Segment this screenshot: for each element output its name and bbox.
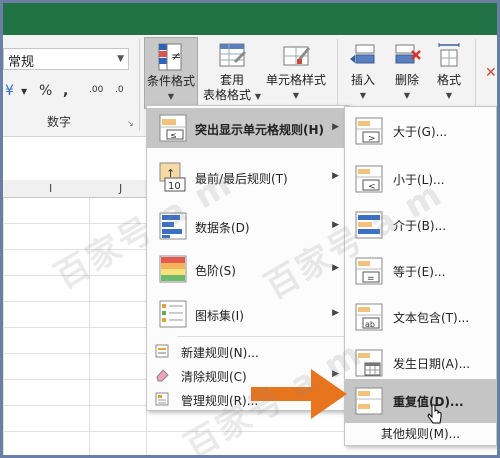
highlight-rules-submenu: > 大于(G)... < 小于(L)... 介于(B)... = 等于(E)..… bbox=[344, 106, 497, 446]
decrease-decimal-button[interactable]: .0 bbox=[115, 85, 124, 95]
menu-item-more-rules[interactable]: 其他规则(M)... bbox=[345, 425, 496, 442]
menu-item-greater-than[interactable]: > 大于(G)... bbox=[345, 109, 496, 153]
excel-window: 常规 ▼ ¥ ▼ % , .00 .0 数字 ↘ ≠ 条件格式 ▼ 套用 表格格… bbox=[3, 3, 497, 455]
menu-item-label: 等于(E)... bbox=[393, 265, 446, 279]
conditional-format-button[interactable]: ≠ 条件格式 ▼ bbox=[144, 37, 198, 109]
cell-styles-icon bbox=[283, 46, 310, 66]
menu-item-label: 数据条(D) bbox=[195, 221, 250, 235]
color-scales-icon bbox=[159, 255, 187, 283]
menu-item-label: 新建规则(N)... bbox=[181, 346, 259, 360]
menu-item-label: 发生日期(A)... bbox=[393, 357, 471, 371]
cell-styles-button[interactable]: 单元格样式 ▼ bbox=[263, 37, 329, 109]
menu-item-duplicate-values[interactable]: 重复值(D)... bbox=[345, 379, 496, 423]
submenu-arrow-icon: ▶ bbox=[332, 308, 339, 318]
column-header[interactable]: I bbox=[49, 182, 52, 195]
submenu-arrow-icon: ▶ bbox=[332, 171, 339, 181]
menu-item-icon-sets[interactable]: 图标集(I) ▶ bbox=[147, 294, 349, 334]
new-rule-icon bbox=[155, 344, 169, 358]
greater-than-icon: > bbox=[355, 117, 383, 145]
menu-item-label: 突出显示单元格规则(H) bbox=[195, 123, 325, 137]
icon-sets-icon bbox=[159, 300, 187, 328]
number-format-value: 常规 bbox=[8, 55, 35, 70]
chevron-down-icon: ▼ bbox=[403, 91, 411, 100]
number-format-dropdown[interactable]: 常规 ▼ bbox=[3, 48, 129, 70]
format-button[interactable]: 格式 ▼ bbox=[429, 37, 469, 109]
submenu-arrow-icon: ▶ bbox=[332, 122, 339, 132]
chevron-down-icon: ▼ bbox=[445, 91, 453, 100]
delete-label: 删除 bbox=[394, 73, 419, 87]
svg-text:ab: ab bbox=[365, 320, 375, 329]
svg-text:=: = bbox=[367, 274, 375, 284]
group-divider bbox=[139, 39, 140, 131]
svg-text:≠: ≠ bbox=[171, 49, 181, 63]
eraser-icon bbox=[156, 369, 169, 382]
duplicate-values-icon bbox=[355, 387, 383, 415]
menu-item-label: 图标集(I) bbox=[195, 309, 244, 323]
svg-text:<: < bbox=[368, 182, 376, 192]
title-bar bbox=[3, 3, 497, 35]
menu-item-highlight-cells-rules[interactable]: ≤ 突出显示单元格规则(H) ▶ bbox=[147, 108, 349, 148]
chevron-down-icon[interactable]: ▼ bbox=[21, 87, 27, 96]
increase-decimal-button[interactable]: .00 bbox=[89, 85, 103, 95]
column-header[interactable]: J bbox=[119, 182, 122, 195]
manage-rules-icon bbox=[155, 392, 169, 406]
percent-button[interactable]: % bbox=[39, 83, 52, 99]
format-label: 格式 bbox=[436, 73, 461, 87]
svg-text:≤: ≤ bbox=[170, 131, 177, 140]
chevron-down-icon: ▼ bbox=[254, 92, 261, 101]
chevron-down-icon: ▼ bbox=[117, 54, 124, 64]
format-as-table-button[interactable]: 套用 表格格式 ▼ bbox=[203, 37, 261, 109]
comma-button[interactable]: , bbox=[63, 83, 68, 99]
menu-item-label: 文本包含(T)... bbox=[393, 311, 470, 325]
currency-button[interactable]: ¥ bbox=[5, 83, 14, 99]
dialog-launcher-icon[interactable]: ↘ bbox=[127, 119, 134, 128]
table-format-label-1: 套用 bbox=[219, 73, 244, 87]
number-group-label: 数字 bbox=[47, 115, 72, 129]
text-contains-icon: ab bbox=[355, 303, 383, 331]
delete-cells-icon bbox=[395, 44, 421, 64]
menu-item-label: 大于(G)... bbox=[393, 125, 448, 139]
menu-item-text-contains[interactable]: ab 文本包含(T)... bbox=[345, 295, 496, 339]
highlight-rules-icon: ≤ bbox=[159, 114, 187, 142]
chevron-down-icon: ▼ bbox=[292, 91, 300, 100]
mouse-cursor-icon bbox=[427, 404, 442, 424]
clear-icon[interactable]: ✕ bbox=[485, 65, 497, 81]
chevron-down-icon: ▼ bbox=[167, 92, 175, 101]
insert-label: 插入 bbox=[350, 73, 375, 87]
conditional-format-label: 条件格式 bbox=[146, 74, 195, 88]
insert-cells-icon bbox=[350, 44, 375, 64]
table-format-icon bbox=[219, 43, 246, 67]
chevron-down-icon: ▼ bbox=[359, 91, 367, 100]
cell-styles-label: 单元格样式 bbox=[265, 73, 326, 87]
insert-button[interactable]: 插入 ▼ bbox=[343, 37, 383, 109]
conditional-format-icon: ≠ bbox=[158, 43, 182, 71]
table-format-label-2: 表格格式 bbox=[203, 88, 252, 102]
menu-item-label: 清除规则(C) bbox=[181, 370, 247, 384]
less-than-icon: < bbox=[355, 165, 383, 193]
number-tools: ¥ ▼ % , .00 .0 bbox=[3, 81, 133, 105]
menu-item-label: 色阶(S) bbox=[195, 264, 236, 278]
delete-button[interactable]: 删除 ▼ bbox=[387, 37, 427, 109]
menu-separator bbox=[177, 336, 347, 337]
format-cells-icon bbox=[438, 43, 460, 67]
svg-text:>: > bbox=[368, 134, 376, 144]
